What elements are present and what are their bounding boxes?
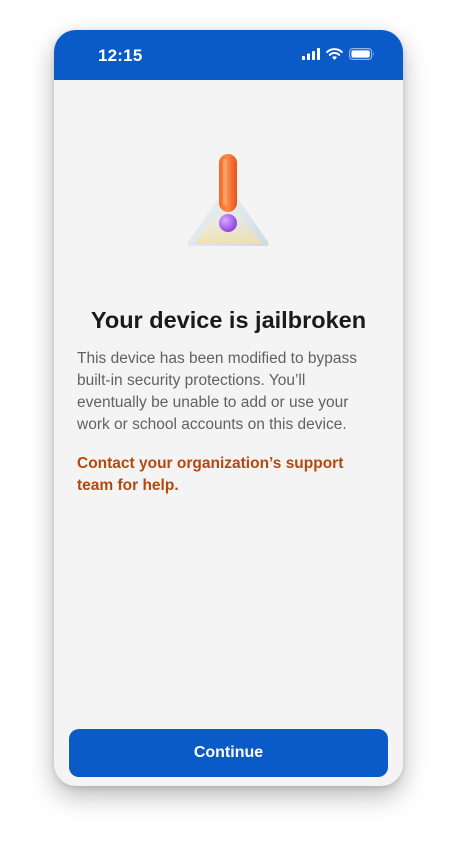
warning-exclamation-icon bbox=[187, 154, 269, 246]
jailbreak-alert: Your device is jailbroken This device ha… bbox=[54, 80, 403, 786]
signal-icon bbox=[302, 48, 320, 60]
support-contact-text: Contact your organization’s support team… bbox=[77, 455, 344, 494]
phone-screen: 12:15 Your device is jailbroken This dev… bbox=[54, 30, 403, 786]
wifi-icon bbox=[326, 48, 343, 60]
continue-button[interactable]: Continue bbox=[69, 729, 388, 777]
status-bar: 12:15 bbox=[54, 30, 403, 80]
status-icons bbox=[302, 48, 375, 60]
alert-description: This device has been modified to bypass … bbox=[77, 350, 358, 433]
alert-title: Your device is jailbroken bbox=[90, 307, 367, 333]
battery-icon bbox=[349, 48, 374, 60]
status-time: 12:15 bbox=[98, 46, 143, 65]
